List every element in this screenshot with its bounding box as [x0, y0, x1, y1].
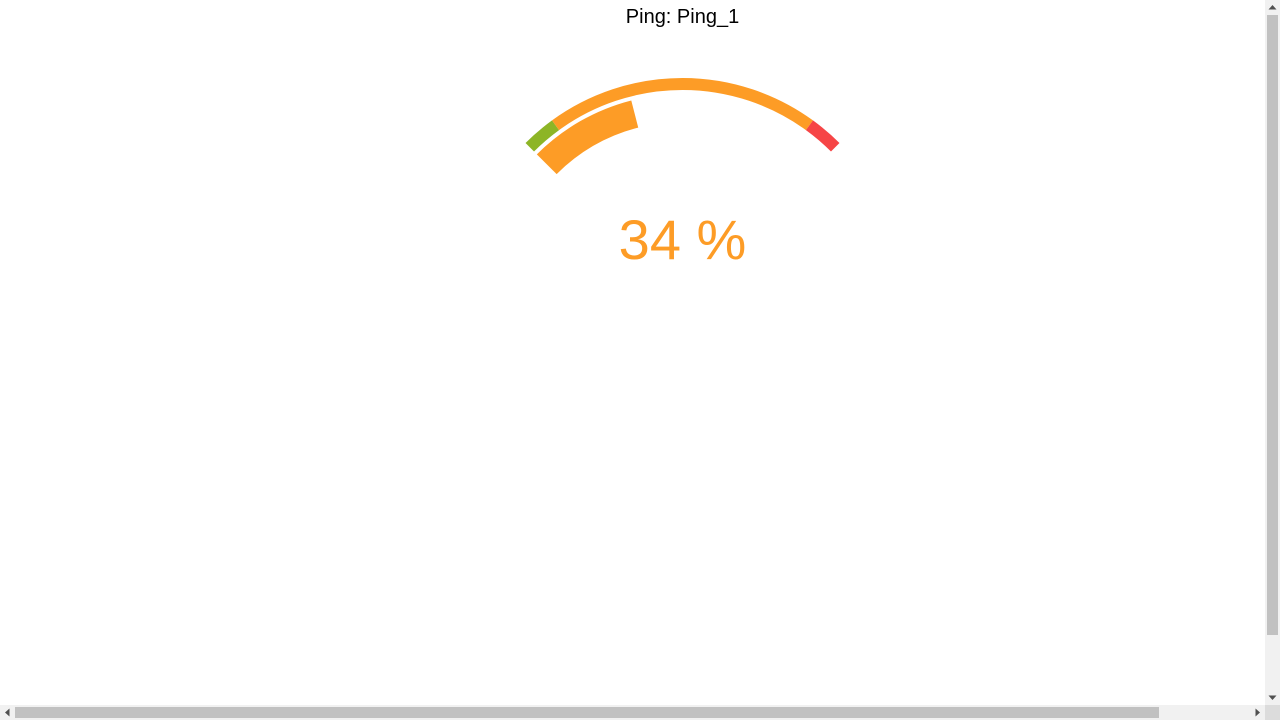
scroll-right-arrow-icon[interactable]: [1250, 705, 1265, 720]
scroll-down-arrow-icon[interactable]: [1265, 690, 1280, 705]
gauge-value-text: 34 %: [618, 208, 747, 271]
gauge-widget: Ping: Ping_1 34 %: [0, 0, 1265, 705]
scrollbar-corner: [1265, 705, 1280, 720]
horizontal-scroll-thumb[interactable]: [15, 707, 1159, 718]
horizontal-scrollbar[interactable]: [0, 705, 1265, 720]
gauge-band-2: [805, 120, 840, 152]
vertical-scrollbar[interactable]: [1265, 0, 1280, 705]
vertical-scroll-thumb[interactable]: [1267, 15, 1278, 635]
scroll-left-arrow-icon[interactable]: [0, 705, 15, 720]
scroll-up-arrow-icon[interactable]: [1265, 0, 1280, 15]
